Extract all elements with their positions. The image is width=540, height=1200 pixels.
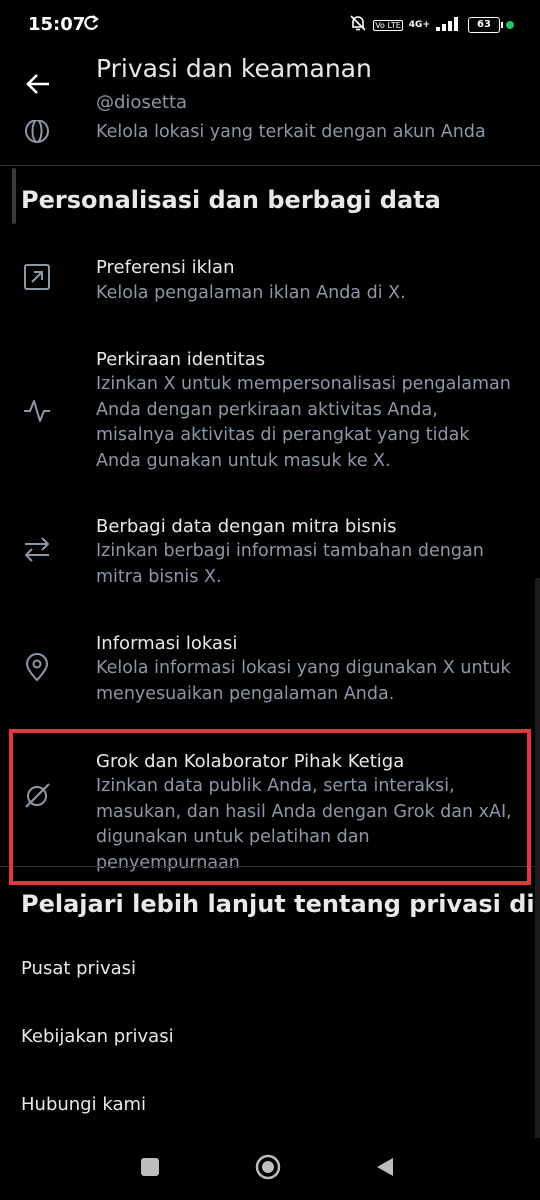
back-button[interactable] bbox=[20, 66, 56, 102]
data-sharing-item[interactable]: Berbagi data dengan mitra bisnis Izinkan… bbox=[0, 510, 540, 595]
location-info-desc: Kelola informasi lokasi yang digunakan X… bbox=[96, 658, 511, 704]
location-pin-icon bbox=[22, 652, 52, 682]
grok-desc: Izinkan data publik Anda, serta interaks… bbox=[96, 776, 512, 873]
contact-us-link[interactable]: Hubungi kami bbox=[21, 1094, 146, 1115]
ad-preferences-item[interactable]: Preferensi iklan Kelola pengalaman iklan… bbox=[0, 250, 540, 316]
inferred-identity-title: Perkiraan identitas bbox=[96, 349, 266, 370]
account-handle: @diosetta bbox=[96, 92, 188, 113]
location-info-title: Informasi lokasi bbox=[96, 633, 238, 654]
grok-icon bbox=[22, 781, 52, 811]
triangle-back-icon bbox=[377, 1158, 393, 1176]
divider bbox=[0, 165, 540, 166]
privacy-center-link[interactable]: Pusat privasi bbox=[21, 958, 136, 979]
ad-arrow-icon bbox=[22, 262, 52, 292]
grok-title: Grok dan Kolaborator Pihak Ketiga bbox=[96, 751, 405, 772]
location-account-desc: Kelola lokasi yang terkait dengan akun A… bbox=[96, 122, 486, 142]
page-title: Privasi dan keamanan bbox=[96, 54, 372, 83]
arrow-left-icon bbox=[26, 74, 49, 94]
inferred-identity-desc: Izinkan X untuk mempersonalisasi pengala… bbox=[96, 374, 511, 471]
grok-item[interactable]: Grok dan Kolaborator Pihak Ketiga Izinka… bbox=[0, 745, 540, 873]
divider bbox=[0, 866, 540, 867]
privacy-policy-link[interactable]: Kebijakan privasi bbox=[21, 1026, 174, 1047]
activity-icon bbox=[22, 395, 52, 425]
system-nav-bar bbox=[0, 1140, 540, 1200]
ad-preferences-desc: Kelola pengalaman iklan Anda di X. bbox=[96, 283, 406, 303]
location-info-item[interactable]: Informasi lokasi Kelola informasi lokasi… bbox=[0, 628, 540, 713]
section-learn-title: Pelajari lebih lanjut tentang privasi di… bbox=[21, 890, 540, 918]
page-header: Privasi dan keamanan @diosetta bbox=[0, 48, 540, 120]
home-circle-icon bbox=[255, 1154, 281, 1180]
swap-arrows-icon bbox=[22, 534, 52, 564]
data-sharing-desc: Izinkan berbagi informasi tambahan denga… bbox=[96, 541, 484, 587]
ad-preferences-title: Preferensi iklan bbox=[96, 257, 235, 278]
data-sharing-title: Berbagi data dengan mitra bisnis bbox=[96, 516, 397, 537]
recent-apps-button[interactable] bbox=[141, 1158, 159, 1176]
section-personalization-title: Personalisasi dan berbagi data bbox=[21, 186, 441, 214]
home-button[interactable] bbox=[255, 1154, 281, 1180]
scroll-indicator bbox=[12, 168, 16, 224]
globe-icon bbox=[22, 116, 52, 146]
scrollbar-track[interactable] bbox=[535, 578, 540, 1138]
system-back-button[interactable] bbox=[375, 1156, 395, 1182]
settings-scroll-area[interactable]: Kelola lokasi yang terkait dengan akun A… bbox=[0, 0, 540, 1140]
inferred-identity-item[interactable]: Perkiraan identitas Izinkan X untuk memp… bbox=[0, 343, 540, 483]
